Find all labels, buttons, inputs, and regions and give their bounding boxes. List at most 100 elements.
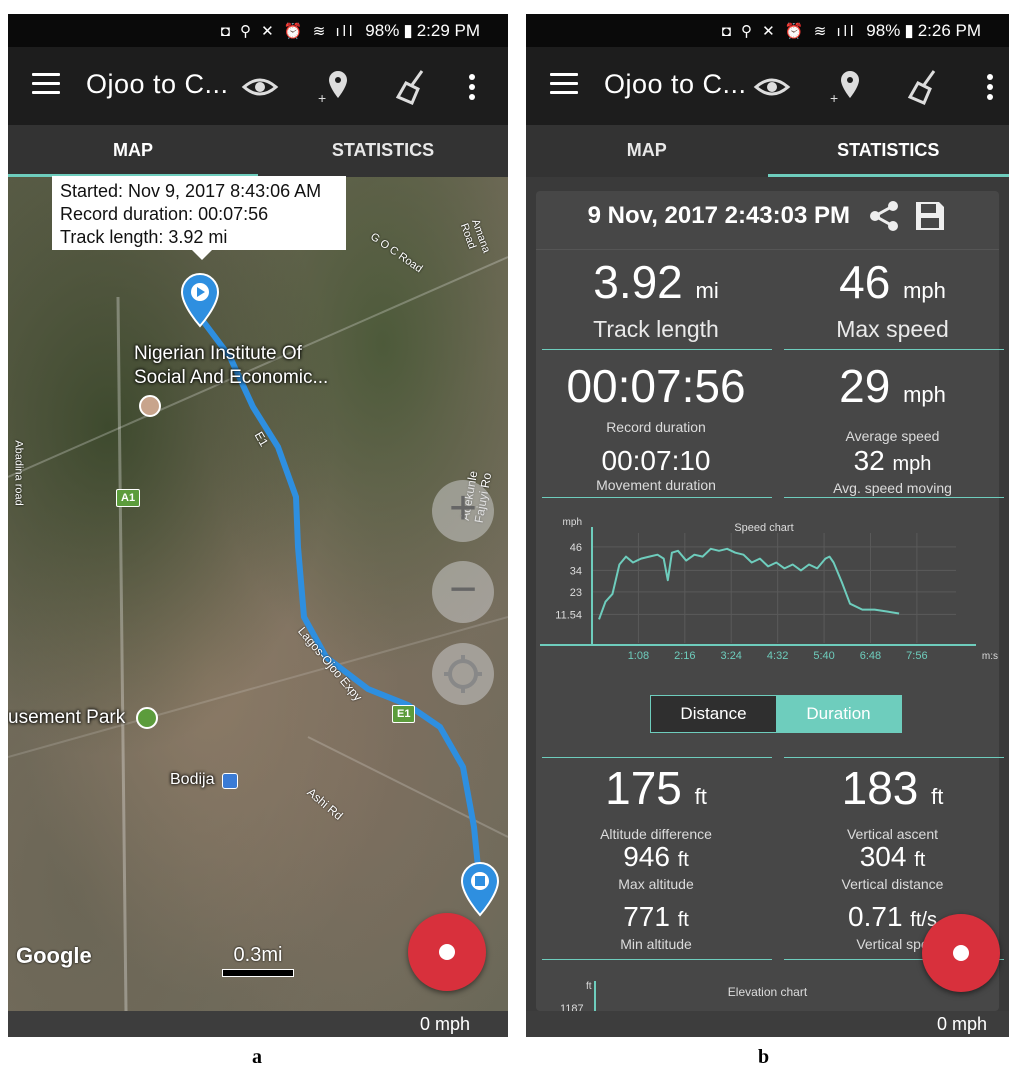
stat-label: Movement duration [536,477,776,493]
stat-unit: ft [678,909,689,931]
track-title: Ojoo to C... [86,69,229,100]
x-tick-label: 5:40 [813,650,834,662]
svg-text:+: + [318,90,326,106]
tab-statistics[interactable]: STATISTICS [258,125,508,177]
google-logo: Google [16,943,92,969]
x-tick-label: 3:24 [721,650,742,662]
stat-max-altitude: 946 ft Max altitude [536,841,776,892]
road-label: Abadina road [13,440,25,505]
record-button[interactable] [922,914,1000,992]
stat-label: Track length [536,316,776,343]
stat-average-speed: 29 mph Average speed [776,361,1009,444]
stat-altitude-difference: 175 ft Altitude difference [536,763,776,842]
y-tick-label: 46 [570,542,582,554]
divider [784,349,1004,350]
highway-shield: E1 [392,705,415,723]
duration-toggle-button[interactable]: Duration [776,696,901,732]
status-bar: ◘ ⚲ ✕ ⏰ ≋ ıll 98% ▮ 2:26 PM [526,14,1009,47]
stat-unit: ft [678,849,689,871]
y-axis-label: mph [563,517,582,528]
eye-icon[interactable] [240,67,280,107]
info-started: Started: Nov 9, 2017 8:43:06 AM [60,180,338,203]
stat-track-length: 3.92 mi Track length [536,257,776,343]
poi-label: Bodija [170,771,214,789]
speed-chart: 1:082:163:244:325:406:487:5611.54233446m… [536,511,999,691]
tab-statistics[interactable]: STATISTICS [768,125,1009,177]
stat-label: Max altitude [536,876,776,892]
stat-value: 29 [839,360,890,412]
overflow-menu-icon[interactable] [460,67,484,107]
satellite-map[interactable]: Nigerian Institute Of Social And Economi… [8,177,508,1011]
battery-icon: ▮ [904,21,913,41]
tab-map[interactable]: MAP [8,125,258,177]
poi-label: usement Park [8,707,125,729]
battery-icon: ▮ [403,21,412,41]
stat-unit: mph [903,278,946,303]
bottom-status-bar: 0 mph [8,1011,508,1037]
zoom-in-button[interactable]: + [432,480,494,542]
stat-label: Max speed [776,316,1009,343]
scale-label: 0.3mi [222,944,294,967]
x-tick-label: 2:16 [674,650,695,662]
zoom-out-button[interactable]: − [432,561,494,623]
app-bar: Ojoo to C... + [8,47,508,125]
x-tick-label: 6:48 [860,650,881,662]
menu-icon[interactable] [550,73,578,95]
broom-icon[interactable] [904,67,944,107]
my-location-button[interactable] [432,643,494,705]
track-date: 9 Nov, 2017 2:43:03 PM [588,202,850,230]
stat-max-speed: 46 mph Max speed [776,257,1009,343]
speed-series-line [599,549,899,620]
tab-bar: MAP STATISTICS [526,125,1009,177]
clock: 2:29 PM [417,21,480,41]
overflow-menu-icon[interactable] [978,67,1002,107]
chart-axis-toggle: Distance Duration [650,695,902,733]
phone-screen-statistics: ◘ ⚲ ✕ ⏰ ≋ ıll 98% ▮ 2:26 PM Ojoo to C...… [526,14,1009,1037]
record-button[interactable] [408,913,486,991]
poi-pin-icon [139,395,161,417]
highway-shield: A1 [116,489,140,507]
status-bar: ◘ ⚲ ✕ ⏰ ≋ ıll 98% ▮ 2:29 PM [8,14,508,47]
end-marker-icon[interactable] [460,861,500,917]
save-icon[interactable] [913,199,947,233]
menu-icon[interactable] [32,73,60,95]
broom-icon[interactable] [392,67,432,107]
statistics-card: 9 Nov, 2017 2:43:03 PM 3.92 mi Track len… [536,191,999,1011]
divider [536,249,999,250]
share-icon[interactable] [867,199,901,233]
x-tick-label: 7:56 [906,650,927,662]
record-icon [439,944,455,960]
stat-movement-duration: 00:07:10 Movement duration [536,445,776,493]
add-marker-icon[interactable]: + [316,67,356,107]
bottom-status-bar: 0 mph [526,1011,1009,1037]
poi-label: Social And Economic... [134,367,328,389]
battery-level: 98% [866,21,900,41]
divider [542,757,772,758]
stat-value: 00:07:10 [536,445,776,477]
distance-toggle-button[interactable]: Distance [651,696,776,732]
x-tick-label: 4:32 [767,650,788,662]
battery-level: 98% [365,21,399,41]
tab-map[interactable]: MAP [526,125,768,177]
elevation-chart-title: Elevation chart [536,985,999,999]
park-pin-icon [136,707,158,729]
map-scale: 0.3mi [222,944,294,977]
stat-unit: mi [696,278,719,303]
stat-value: 304 [860,841,907,872]
stat-label: Min altitude [536,936,776,952]
stat-avg-speed-moving: 32 mph Avg. speed moving [776,445,1009,496]
start-marker-icon[interactable] [180,272,220,328]
track-title: Ojoo to C... [604,69,747,100]
add-marker-icon[interactable]: + [828,67,868,107]
info-duration: Record duration: 00:07:56 [60,203,338,226]
divider [542,349,772,350]
divider [542,497,772,498]
stat-value: 175 [605,762,682,814]
current-speed: 0 mph [937,1014,987,1035]
phone-screen-map: ◘ ⚲ ✕ ⏰ ≋ ıll 98% ▮ 2:29 PM Ojoo to C...… [8,14,508,1037]
eye-icon[interactable] [752,67,792,107]
bus-stop-icon [222,773,238,789]
stat-value: 183 [842,762,919,814]
stat-value: 0.71 [848,901,903,932]
track-info-popup: Started: Nov 9, 2017 8:43:06 AM Record d… [52,176,346,250]
